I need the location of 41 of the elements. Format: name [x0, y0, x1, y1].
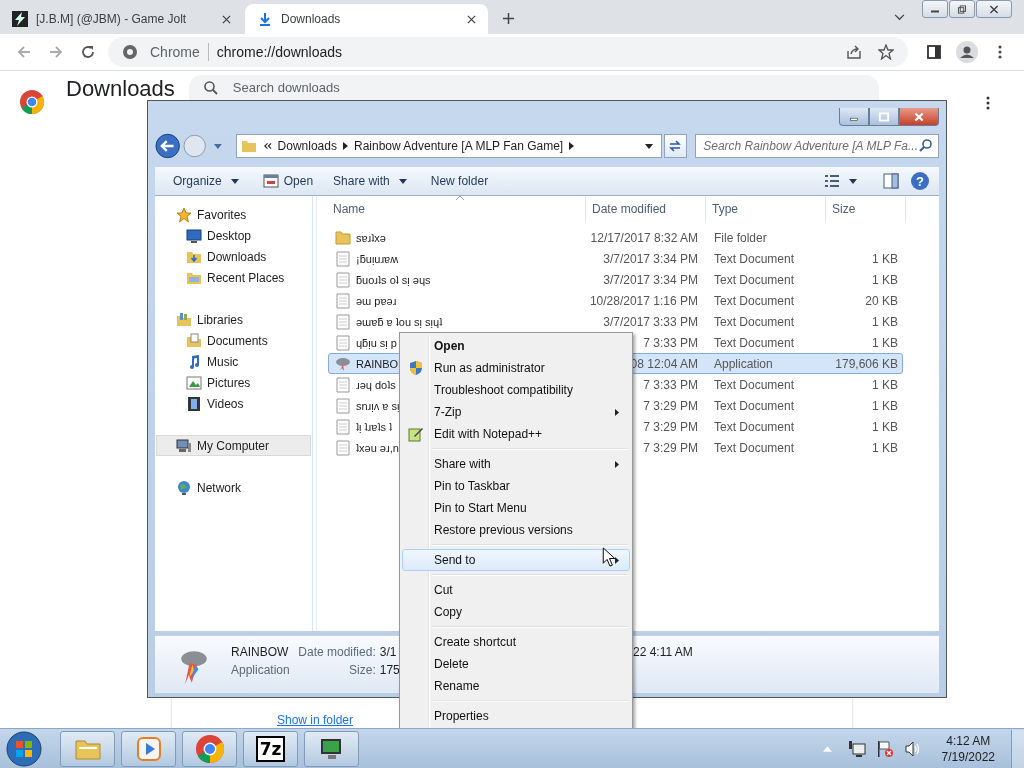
date-cell: 7 3:33 PM — [643, 377, 698, 392]
size-cell: 1 KB — [872, 377, 898, 392]
size-cell: 1 KB — [872, 314, 898, 329]
size-cell: 1 KB — [872, 419, 898, 434]
url-text: chrome://downloads — [216, 44, 343, 60]
date-cell: 7 3:29 PM — [643, 398, 698, 413]
file-type: Application — [231, 663, 290, 677]
size-cell: 179,606 KB — [835, 356, 898, 371]
type-cell: Text Document — [714, 272, 795, 287]
size-cell: 1 KB — [872, 398, 898, 413]
size-cell: 1 KB — [872, 440, 898, 455]
type-cell: Text Document — [714, 377, 795, 392]
date-label: Date modified: — [298, 645, 376, 659]
size-cell: 1 KB — [872, 272, 898, 287]
site-label: Chrome — [150, 44, 200, 60]
type-cell: File folder — [714, 230, 767, 245]
date-cell: 7 3:29 PM — [643, 440, 698, 455]
date-cell: 3/7/2017 3:34 PM — [603, 251, 698, 266]
date-cell: 7 3:29 PM — [643, 419, 698, 434]
file-name: RAINBOW — [231, 645, 289, 659]
date-cell: 12/17/2017 8:32 AM — [590, 230, 698, 245]
size-label: Size: — [349, 663, 376, 677]
type-cell: Application — [714, 356, 773, 371]
type-cell: Text Document — [714, 314, 795, 329]
type-cell: Text Document — [714, 440, 795, 455]
type-cell: Text Document — [714, 398, 795, 413]
page-title: Downloads — [66, 77, 175, 101]
size-cell: 20 KB — [865, 293, 898, 308]
size-cell: 1 KB — [872, 335, 898, 350]
size-value: 175 — [379, 663, 400, 677]
type-cell: Text Document — [714, 251, 795, 266]
date-cell: 3/7/2017 3:33 PM — [603, 314, 698, 329]
type-cell: Text Document — [714, 335, 795, 350]
date-value: 3/1 — [379, 645, 397, 659]
date-created-value: 22 4:11 AM — [633, 645, 693, 659]
type-cell: Text Document — [714, 419, 795, 434]
date-cell: 7 3:33 PM — [643, 335, 698, 350]
type-cell: Text Document — [714, 293, 795, 308]
date-cell: 10/28/2017 1:16 PM — [589, 293, 698, 308]
date-cell: 3/7/2017 3:34 PM — [603, 272, 698, 287]
size-cell: 1 KB — [872, 251, 898, 266]
